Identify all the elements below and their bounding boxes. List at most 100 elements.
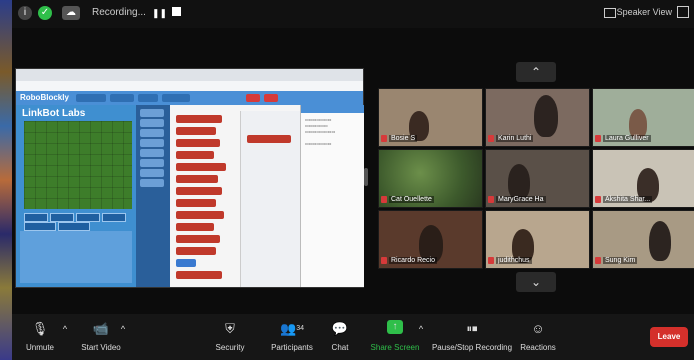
code-block (176, 115, 222, 123)
muted-mic-icon (595, 135, 601, 142)
cloud-recording-icon: ☁ (62, 6, 80, 20)
muted-microphone-icon: 🎙 (31, 321, 49, 336)
pause-stop-icon: ⏸⏹ (466, 323, 478, 335)
code-block (176, 187, 222, 195)
participant-name: Ricardo Recio (389, 257, 437, 264)
browser-tab-strip (16, 69, 363, 81)
code-block (176, 247, 216, 255)
palette-item (140, 139, 164, 147)
video-tile[interactable]: Sung Kim (592, 210, 694, 269)
simulation-title: LinkBot Labs (22, 108, 86, 119)
video-options-caret[interactable]: ^ (118, 314, 128, 360)
participant-name: Cat Ouellette (389, 196, 434, 203)
code-line: ▭▭▭▭▭▭▭ (305, 143, 332, 147)
palette-item (140, 119, 164, 127)
code-panel-header (301, 105, 364, 113)
share-screen-button[interactable]: ↑ Share Screen (368, 314, 422, 360)
meeting-controls-bar: 🎙 Unmute ^ 📹 Start Video ^ ⛨ Security 👥3… (12, 314, 694, 360)
participant-name: Sung Kim (603, 257, 638, 264)
video-tile[interactable]: Karin Luthi (485, 88, 590, 147)
toolbar-item (76, 94, 106, 102)
participants-button[interactable]: 👥34 Participants (262, 314, 322, 360)
video-tile[interactable]: judithchus (485, 210, 590, 269)
unmute-button[interactable]: 🎙 Unmute (18, 314, 62, 360)
code-block (176, 175, 218, 183)
muted-mic-icon (381, 257, 387, 264)
app-toolbar: RoboBlockly (16, 91, 363, 105)
video-tile[interactable]: Cat Ouellette (378, 149, 483, 208)
pause-stop-recording-button[interactable]: ⏸⏹ Pause/Stop Recording (430, 314, 514, 360)
participant-name: judithchus (496, 257, 532, 264)
video-tile[interactable]: Ricardo Recio (378, 210, 483, 269)
share-options-caret[interactable]: ^ (416, 314, 426, 360)
fullscreen-icon[interactable] (677, 6, 689, 18)
muted-mic-icon (595, 257, 601, 264)
panel-resize-handle[interactable] (364, 168, 368, 186)
code-panel: ▭▭▭▭▭▭▭ ▭▭▭▭▭▭ ▭▭▭▭▭▭▭▭ ▭▭▭▭▭▭▭ (300, 105, 364, 287)
palette-item (140, 179, 164, 187)
audio-options-caret[interactable]: ^ (60, 314, 70, 360)
sim-button (76, 213, 100, 222)
share-screen-icon: ↑ (387, 320, 403, 334)
page-up-arrow[interactable]: ⌃ (516, 62, 556, 82)
participant-name: MaryGrace Ha (496, 196, 546, 203)
code-block (176, 151, 214, 159)
video-off-icon: 📹 (92, 321, 110, 336)
video-tile[interactable]: Laura Gulliver (592, 88, 694, 147)
muted-mic-icon (381, 196, 387, 203)
shared-screen: RoboBlockly LinkBot Labs ▭▭▭▭▭▭▭ ▭▭▭▭▭▭ … (15, 68, 364, 288)
palette-item (140, 129, 164, 137)
simulation-grid (24, 121, 132, 209)
security-button[interactable]: ⛨ Security (210, 314, 250, 360)
video-tile[interactable]: Bosie S (378, 88, 483, 147)
video-tile[interactable]: Akshita Shar... (592, 149, 694, 208)
reactions-button[interactable]: ☺ Reactions (518, 314, 558, 360)
participant-name: Akshita Shar... (603, 196, 653, 203)
meeting-top-bar: i ✓ ☁ Recording... ❚❚ Speaker View (12, 0, 694, 28)
toolbar-item (138, 94, 158, 102)
simulation-panel: LinkBot Labs (16, 105, 136, 287)
sim-button (24, 213, 48, 222)
stop-recording-icon[interactable] (172, 7, 181, 16)
toolbar-item (246, 94, 260, 102)
desktop-background-strip (0, 0, 12, 360)
emoji-plus-icon: ☺ (531, 321, 545, 336)
participant-name: Bosie S (389, 135, 418, 142)
view-grid-icon[interactable] (604, 8, 616, 18)
video-tile[interactable]: MaryGrace Ha (485, 149, 590, 208)
workspace-area (240, 111, 303, 287)
pause-recording-icon[interactable]: ❚❚ (152, 8, 167, 19)
code-block (176, 271, 222, 279)
muted-mic-icon (595, 196, 601, 203)
info-icon[interactable]: i (18, 6, 32, 20)
recording-status: Recording... (92, 7, 146, 18)
code-block (176, 211, 224, 219)
page-down-arrow[interactable]: ⌄ (516, 272, 556, 292)
muted-mic-icon (488, 196, 494, 203)
participant-name: Karin Luthi (496, 135, 534, 142)
app-logo: RoboBlockly (20, 93, 69, 102)
chat-button[interactable]: 💬 Chat (328, 314, 352, 360)
chevron-up-icon: ^ (418, 324, 424, 334)
toolbar-item (162, 94, 190, 102)
code-block (176, 199, 216, 207)
sim-button (102, 213, 126, 222)
participant-video (649, 221, 671, 261)
shield-icon[interactable]: ✓ (38, 6, 52, 20)
palette-item (140, 149, 164, 157)
muted-mic-icon (488, 257, 494, 264)
simulation-options (20, 231, 132, 283)
code-block (176, 139, 220, 147)
leave-button[interactable]: Leave (650, 327, 688, 347)
shield-icon: ⛨ (225, 321, 235, 336)
code-block (176, 259, 196, 267)
code-block (176, 127, 216, 135)
muted-mic-icon (381, 135, 387, 142)
toolbar-item (264, 94, 278, 102)
block-palette (136, 105, 170, 287)
participants-icon: 👥34 (280, 321, 304, 336)
palette-item (140, 159, 164, 167)
speaker-view-button[interactable]: Speaker View (617, 7, 672, 17)
chevron-up-icon: ^ (120, 324, 126, 334)
participants-count: 34 (296, 325, 304, 332)
